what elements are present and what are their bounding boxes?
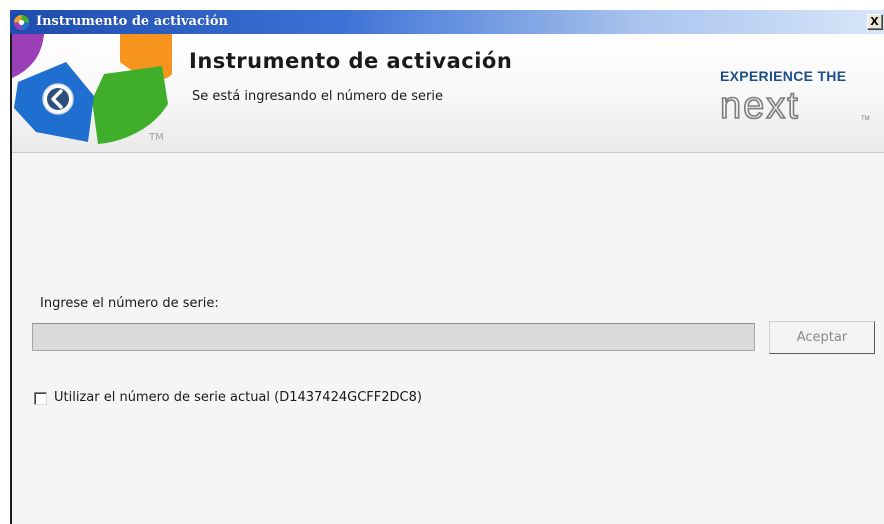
brand-tagline: EXPERIENCE THE [720,68,847,84]
brand-trademark: TM [861,116,870,122]
logo-trademark: TM [148,132,164,143]
product-logo: TM [12,34,172,144]
desktop-strip [0,0,884,10]
brand-next-logo: next TM [719,86,870,126]
page-title: Instrumento de activación [189,49,513,73]
serial-number-input[interactable] [32,323,755,351]
wizard-header: TM Instrumento de activación Se está ing… [12,34,884,153]
use-current-serial-checkbox[interactable] [34,392,47,405]
serial-number-label: Ingrese el número de serie: [40,296,219,311]
use-current-serial-label: Utilizar el número de serie actual (D143… [54,390,422,405]
brand-word: next [720,86,800,126]
title-bar[interactable]: Instrumento de activación X [10,10,884,34]
close-icon: X [870,15,879,28]
window-title: Instrumento de activación [36,14,228,29]
close-button[interactable]: X [867,14,882,29]
activation-window: Instrumento de activación X TM Instrumen… [0,0,884,524]
accept-button[interactable]: Aceptar [769,321,875,354]
app-icon [14,15,29,30]
page-subtitle: Se está ingresando el número de serie [192,89,443,104]
wizard-content: Ingrese el número de serie: Aceptar Util… [12,153,884,524]
